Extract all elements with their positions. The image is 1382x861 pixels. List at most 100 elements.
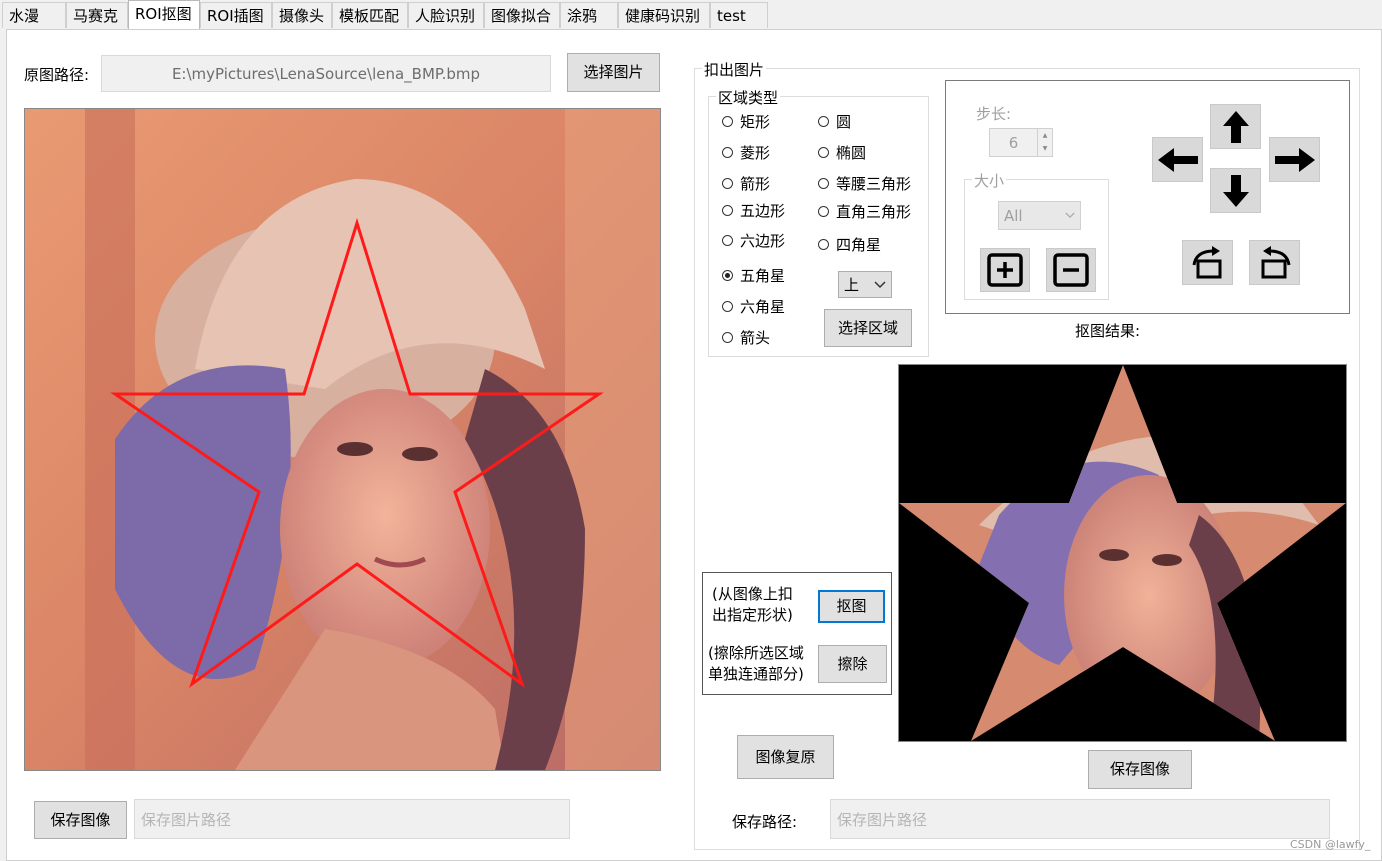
crop-desc-line: 出指定形状)	[712, 606, 793, 624]
size-decrease-button[interactable]	[1046, 248, 1096, 292]
radio-dot	[818, 239, 829, 250]
select-region-button[interactable]: 选择区域	[824, 309, 912, 347]
tab-face-recognition[interactable]: 人脸识别	[408, 2, 484, 28]
rotate-ccw-icon	[1192, 245, 1221, 278]
extract-group-title: 扣出图片	[702, 59, 767, 80]
tab-water[interactable]: 水漫	[2, 2, 66, 28]
crop-desc-line: (从图像上扣	[712, 585, 793, 603]
radio-label: 四角星	[836, 236, 882, 254]
chevron-down-icon	[1065, 212, 1075, 219]
radio-hexagon[interactable]: 六边形	[722, 230, 785, 251]
crop-button[interactable]: 抠图	[818, 590, 885, 623]
tab-graffiti[interactable]: 涂鸦	[560, 2, 618, 28]
rotate-cw-icon	[1261, 245, 1290, 278]
erase-description: (擦除所选区域 单独连通部分)	[708, 643, 804, 685]
erase-button[interactable]: 擦除	[818, 645, 887, 683]
radio-label: 箭头	[740, 329, 771, 347]
plus-box-icon	[987, 253, 1023, 287]
radio-label: 椭圆	[836, 144, 867, 162]
source-image[interactable]	[24, 108, 661, 771]
radio-six-point-star[interactable]: 六角星	[722, 296, 785, 317]
radio-dot	[722, 116, 733, 127]
rotate-left-button[interactable]	[1182, 240, 1233, 285]
direction-select[interactable]: 上	[838, 271, 892, 298]
radio-label: 六边形	[740, 232, 786, 250]
minus-box-icon	[1053, 253, 1089, 287]
source-image-canvas	[25, 109, 660, 770]
erase-desc-line: 单独连通部分)	[708, 665, 804, 683]
size-select[interactable]: All	[998, 201, 1081, 230]
radio-dot	[818, 116, 829, 127]
radio-ellipse[interactable]: 椭圆	[818, 142, 866, 163]
tab-test[interactable]: test	[710, 2, 768, 28]
radio-label: 直角三角形	[836, 203, 912, 221]
radio-dot	[722, 205, 733, 216]
radio-arrow-shape[interactable]: 箭形	[722, 173, 770, 194]
move-right-button[interactable]	[1269, 137, 1320, 182]
radio-label: 五角星	[740, 267, 786, 285]
tab-health-code[interactable]: 健康码识别	[618, 2, 710, 28]
size-value: All	[1004, 206, 1023, 225]
radio-right-triangle[interactable]: 直角三角形	[818, 201, 911, 222]
size-group-title: 大小	[972, 170, 1007, 191]
tab-camera[interactable]: 摄像头	[272, 2, 332, 28]
tab-mosaic[interactable]: 马赛克	[66, 2, 128, 28]
select-image-button[interactable]: 选择图片	[567, 53, 660, 92]
radio-pentagon[interactable]: 五边形	[722, 200, 785, 221]
size-increase-button[interactable]	[980, 248, 1030, 292]
radio-label: 五边形	[740, 202, 786, 220]
source-path-label: 原图路径:	[24, 66, 90, 84]
radio-dot	[722, 147, 733, 158]
radio-dot	[818, 178, 829, 189]
move-down-button[interactable]	[1210, 168, 1261, 213]
save-path-label: 保存路径:	[732, 813, 798, 831]
radio-dot	[722, 332, 733, 343]
radio-dot	[722, 235, 733, 246]
result-label: 抠图结果:	[1075, 322, 1141, 340]
radio-four-point-star[interactable]: 四角星	[818, 234, 881, 255]
left-save-button[interactable]: 保存图像	[34, 801, 127, 839]
radio-label: 等腰三角形	[836, 175, 912, 193]
move-up-button[interactable]	[1210, 104, 1261, 149]
radio-rectangle[interactable]: 矩形	[722, 111, 770, 132]
radio-label: 菱形	[740, 144, 771, 162]
arrow-left-icon	[1157, 147, 1198, 172]
tab-bar: 水漫 马赛克 ROI抠图 ROI插图 摄像头 模板匹配 人脸识别 图像拟合 涂鸦…	[0, 0, 1382, 30]
direction-value: 上	[844, 276, 860, 294]
radio-label: 六角星	[740, 298, 786, 316]
result-image	[898, 364, 1347, 742]
arrow-right-icon	[1274, 147, 1315, 172]
radio-dot	[722, 301, 733, 312]
tab-image-fit[interactable]: 图像拟合	[484, 2, 560, 28]
move-left-button[interactable]	[1152, 137, 1203, 182]
arrow-down-icon	[1222, 174, 1249, 207]
radio-dot-selected	[722, 270, 733, 281]
step-spinbox[interactable]: 6 ▲ ▼	[989, 128, 1053, 157]
radio-circle[interactable]: 圆	[818, 111, 851, 132]
tab-roi-insert[interactable]: ROI插图	[200, 2, 272, 28]
radio-label: 箭形	[740, 175, 771, 193]
radio-isosceles-triangle[interactable]: 等腰三角形	[818, 173, 911, 194]
radio-dot	[818, 206, 829, 217]
tab-roi-crop[interactable]: ROI抠图	[128, 0, 200, 30]
crop-description: (从图像上扣 出指定形状)	[712, 584, 793, 626]
step-value: 6	[1008, 133, 1019, 152]
radio-five-point-star[interactable]: 五角星	[722, 265, 785, 286]
radio-diamond[interactable]: 菱形	[722, 142, 770, 163]
radio-dot	[818, 147, 829, 158]
step-label: 步长:	[976, 105, 1012, 123]
spin-arrows-icon[interactable]: ▲ ▼	[1037, 129, 1052, 156]
left-save-path-input[interactable]: 保存图片路径	[134, 799, 570, 839]
rotate-right-button[interactable]	[1249, 240, 1300, 285]
watermark: CSDN @lawfy_	[1290, 838, 1371, 851]
restore-image-button[interactable]: 图像复原	[737, 735, 834, 779]
result-image-canvas	[899, 365, 1346, 741]
chevron-down-icon	[874, 280, 886, 288]
result-save-button[interactable]: 保存图像	[1088, 750, 1192, 789]
region-type-title: 区域类型	[716, 87, 781, 108]
radio-arrow[interactable]: 箭头	[722, 327, 770, 348]
source-path-field: E:\myPictures\LenaSource\lena_BMP.bmp	[101, 55, 551, 92]
tab-template-match[interactable]: 模板匹配	[332, 2, 408, 28]
arrow-up-icon	[1222, 110, 1249, 143]
result-save-path-input[interactable]: 保存图片路径	[830, 799, 1330, 839]
